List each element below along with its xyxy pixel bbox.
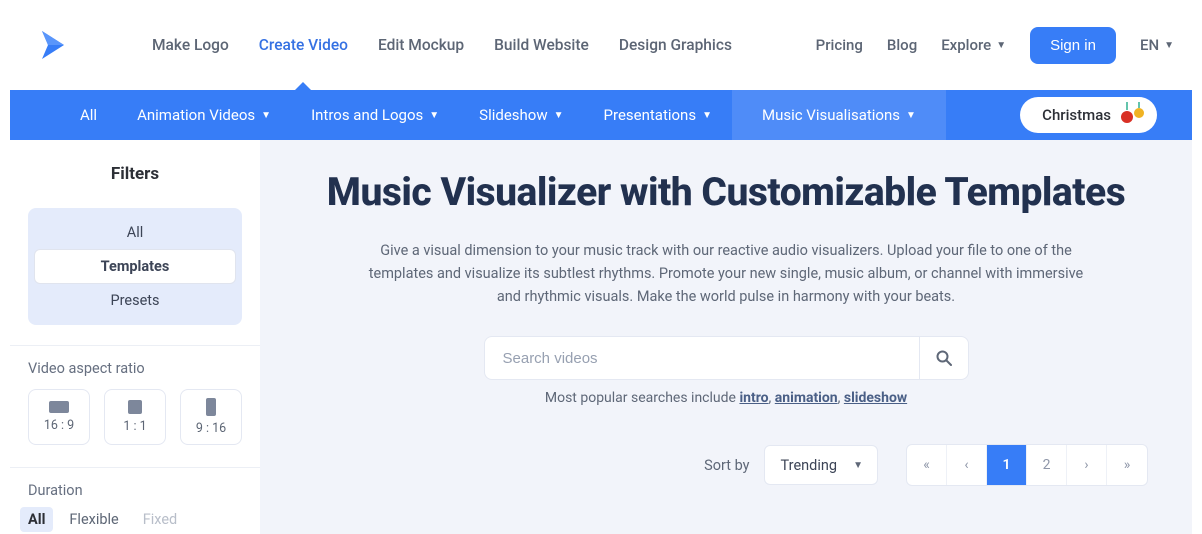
cat-intros-logos[interactable]: Intros and Logos▼ (291, 90, 459, 140)
popular-animation[interactable]: animation (775, 390, 838, 406)
duration-options: All Flexible Fixed (28, 511, 242, 534)
chevron-down-icon: ▼ (429, 110, 439, 121)
filters-title: Filters (28, 164, 242, 184)
aspect-ratio-options: 16 : 9 1 : 1 9 : 16 (28, 389, 242, 445)
top-nav: Make Logo Create Video Edit Mockup Build… (0, 0, 1202, 90)
ratio-9-16[interactable]: 9 : 16 (180, 389, 242, 445)
sort-select[interactable]: Trending ▼ (764, 445, 878, 485)
cat-music-visualisations[interactable]: Music Visualisations▼ (732, 90, 946, 140)
cat-slideshow[interactable]: Slideshow▼ (459, 90, 583, 140)
chevron-down-icon: ▼ (702, 110, 712, 121)
sort-control: Sort by Trending ▼ (704, 445, 878, 485)
popular-intro[interactable]: intro (739, 390, 768, 406)
portrait-icon (206, 398, 216, 416)
primary-nav: Make Logo Create Video Edit Mockup Build… (152, 36, 732, 54)
page-next[interactable]: › (1067, 445, 1107, 485)
page-prev[interactable]: ‹ (947, 445, 987, 485)
duration-label: Duration (28, 482, 242, 499)
filter-tab-presets[interactable]: Presets (34, 284, 236, 317)
cat-animation-videos[interactable]: Animation Videos▼ (117, 90, 291, 140)
page-title: Music Visualizer with Customizable Templ… (304, 168, 1148, 217)
square-icon (128, 400, 142, 414)
filter-type-tabs: All Templates Presets (28, 208, 242, 325)
secondary-nav: Pricing Blog Explore▼ Sign in EN▼ (816, 27, 1174, 64)
aspect-ratio-label: Video aspect ratio (28, 360, 242, 377)
nav-pricing[interactable]: Pricing (816, 36, 863, 54)
nav-blog[interactable]: Blog (887, 36, 917, 54)
pagination: « ‹ 1 2 › » (906, 444, 1148, 486)
page-2[interactable]: 2 (1027, 445, 1067, 485)
ratio-16-9[interactable]: 16 : 9 (28, 389, 90, 445)
cat-presentations[interactable]: Presentations▼ (584, 90, 732, 140)
divider (10, 467, 260, 468)
chevron-down-icon: ▼ (906, 110, 916, 121)
sort-label: Sort by (704, 457, 749, 474)
duration-flexible[interactable]: Flexible (69, 511, 118, 528)
nav-build-website[interactable]: Build Website (494, 36, 589, 54)
filters-sidebar: Filters All Templates Presets Video aspe… (10, 140, 260, 534)
page-1[interactable]: 1 (987, 445, 1027, 485)
cat-all[interactable]: All (60, 90, 117, 140)
search-button[interactable] (919, 336, 969, 380)
christmas-button[interactable]: Christmas (1020, 97, 1157, 133)
category-bar: All Animation Videos▼ Intros and Logos▼ … (10, 90, 1192, 140)
duration-fixed[interactable]: Fixed (143, 511, 177, 528)
nav-create-video[interactable]: Create Video (259, 36, 348, 54)
nav-design-graphics[interactable]: Design Graphics (619, 36, 732, 54)
main-column: Music Visualizer with Customizable Templ… (260, 140, 1192, 534)
ratio-1-1[interactable]: 1 : 1 (104, 389, 166, 445)
content-area: Filters All Templates Presets Video aspe… (10, 140, 1192, 534)
filter-tab-templates[interactable]: Templates (34, 249, 236, 284)
chevron-down-icon: ▼ (1164, 40, 1174, 51)
play-logo-icon (34, 27, 70, 63)
chevron-down-icon: ▼ (261, 110, 271, 121)
caret-down-icon: ▼ (853, 460, 863, 471)
ornament-icon (1121, 102, 1147, 128)
lang-select[interactable]: EN▼ (1140, 36, 1174, 54)
signin-button[interactable]: Sign in (1030, 27, 1116, 64)
divider (10, 345, 260, 346)
nav-make-logo[interactable]: Make Logo (152, 36, 229, 54)
nav-explore[interactable]: Explore▼ (941, 36, 1006, 54)
page-description: Give a visual dimension to your music tr… (356, 239, 1096, 309)
popular-searches: Most popular searches include intro, ani… (304, 390, 1148, 406)
nav-edit-mockup[interactable]: Edit Mockup (378, 36, 464, 54)
search-bar (304, 336, 1148, 380)
landscape-icon (49, 401, 69, 413)
page-first[interactable]: « (907, 445, 947, 485)
popular-slideshow[interactable]: slideshow (844, 390, 907, 406)
chevron-down-icon: ▼ (554, 110, 564, 121)
list-controls: Sort by Trending ▼ « ‹ 1 2 › » (304, 444, 1148, 486)
duration-all[interactable]: All (20, 507, 53, 532)
chevron-down-icon: ▼ (996, 40, 1006, 51)
search-input[interactable] (484, 336, 919, 380)
search-icon (936, 350, 952, 366)
page-last[interactable]: » (1107, 445, 1147, 485)
logo[interactable] (32, 25, 72, 65)
filter-tab-all[interactable]: All (34, 216, 236, 249)
